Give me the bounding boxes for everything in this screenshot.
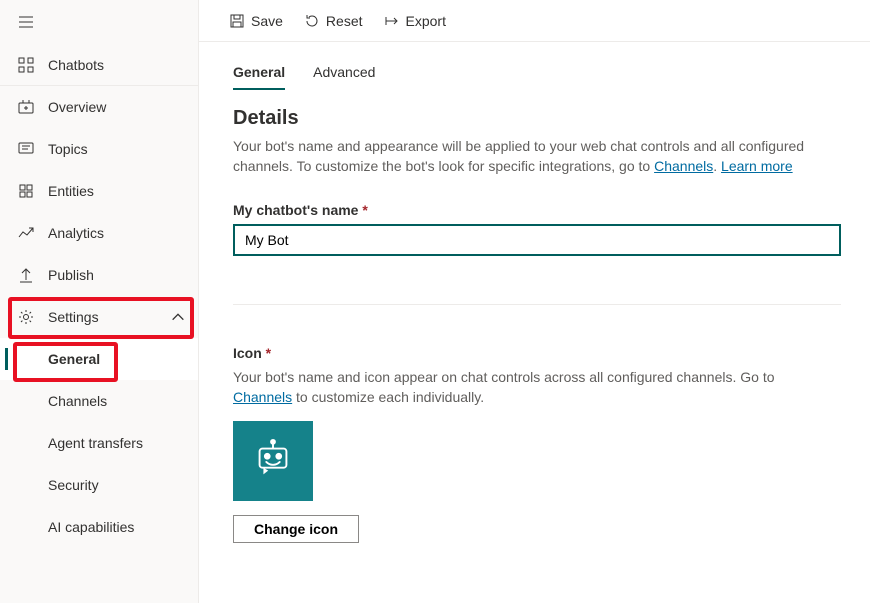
sidebar-item-topics[interactable]: Topics (0, 128, 198, 170)
hamburger-menu[interactable] (0, 0, 198, 44)
sidebar-item-analytics[interactable]: Analytics (0, 212, 198, 254)
sidebar-item-publish[interactable]: Publish (0, 254, 198, 296)
sidebar-item-label: Settings (48, 309, 99, 325)
sidebar-sub-security[interactable]: Security (0, 464, 198, 506)
section-divider (233, 304, 841, 305)
main-panel: Save Reset Export General Advanced (199, 0, 870, 603)
bot-icon-preview (233, 421, 313, 501)
sidebar-sub-agent-transfers[interactable]: Agent transfers (0, 422, 198, 464)
icon-description: Your bot's name and icon appear on chat … (233, 367, 836, 407)
learn-more-link[interactable]: Learn more (721, 158, 793, 174)
sidebar: Chatbots Overview Topics Entities Analyt… (0, 0, 199, 603)
bot-icon (250, 438, 296, 484)
sidebar-sub-general[interactable]: General (0, 338, 198, 380)
export-button[interactable]: Export (374, 7, 456, 35)
sidebar-chatbots-label: Chatbots (48, 57, 104, 73)
sidebar-sub-label: AI capabilities (48, 519, 134, 535)
sidebar-chatbots-header[interactable]: Chatbots (0, 44, 198, 86)
tab-advanced[interactable]: Advanced (313, 56, 375, 90)
export-label: Export (406, 13, 446, 29)
bot-name-label: My chatbot's name * (233, 202, 836, 218)
tab-general[interactable]: General (233, 56, 285, 90)
publish-icon (18, 267, 34, 283)
sidebar-item-label: Topics (48, 141, 88, 157)
sidebar-item-label: Publish (48, 267, 94, 283)
sidebar-sub-ai-capabilities[interactable]: AI capabilities (0, 506, 198, 548)
sidebar-item-label: Analytics (48, 225, 104, 241)
analytics-icon (18, 225, 34, 241)
channels-link-2[interactable]: Channels (233, 389, 292, 405)
sidebar-item-settings[interactable]: Settings (0, 296, 198, 338)
hamburger-icon (18, 14, 34, 30)
reset-button[interactable]: Reset (294, 7, 373, 35)
icon-label: Icon * (233, 345, 836, 361)
content-area: General Advanced Details Your bot's name… (199, 42, 870, 603)
toolbar: Save Reset Export (199, 0, 870, 42)
topics-icon (18, 141, 34, 157)
sidebar-item-overview[interactable]: Overview (0, 86, 198, 128)
bot-name-input[interactable] (233, 224, 841, 256)
sidebar-item-label: Entities (48, 183, 94, 199)
sidebar-sub-label: Security (48, 477, 99, 493)
reset-icon (304, 13, 320, 29)
gear-icon (18, 309, 34, 325)
overview-icon (18, 99, 34, 115)
save-icon (229, 13, 245, 29)
required-asterisk: * (362, 202, 367, 218)
required-asterisk: * (266, 345, 271, 361)
sidebar-sub-label: Agent transfers (48, 435, 143, 451)
chevron-up-icon (170, 309, 186, 325)
sidebar-sub-label: Channels (48, 393, 107, 409)
tabs: General Advanced (233, 56, 836, 91)
export-icon (384, 13, 400, 29)
details-description: Your bot's name and appearance will be a… (233, 136, 836, 176)
sidebar-item-label: Overview (48, 99, 106, 115)
details-heading: Details (233, 107, 836, 130)
reset-label: Reset (326, 13, 363, 29)
sidebar-item-entities[interactable]: Entities (0, 170, 198, 212)
sidebar-sub-channels[interactable]: Channels (0, 380, 198, 422)
entities-icon (18, 183, 34, 199)
save-button[interactable]: Save (219, 7, 293, 35)
channels-link[interactable]: Channels (654, 158, 713, 174)
save-label: Save (251, 13, 283, 29)
sidebar-sub-label: General (48, 351, 100, 367)
grid-icon (18, 57, 34, 73)
change-icon-button[interactable]: Change icon (233, 515, 359, 543)
